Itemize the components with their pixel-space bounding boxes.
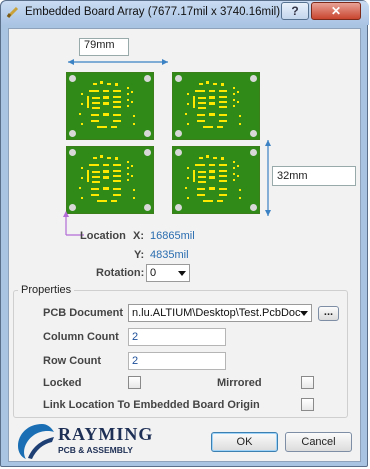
y-label: Y: <box>134 249 145 261</box>
chevron-down-icon <box>178 271 186 276</box>
height-dimension-text: 32mm <box>277 170 308 182</box>
embedded-board[interactable] <box>172 146 260 214</box>
pcb-document-dropdown[interactable]: n.lu.ALTIUM\Desktop\Test.PcbDoc <box>128 304 312 322</box>
chevron-down-icon <box>300 311 308 316</box>
column-count-label: Column Count <box>43 331 119 343</box>
link-location-checkbox[interactable] <box>301 398 314 411</box>
pcb-app-icon <box>6 6 19 19</box>
rotation-label: Rotation: <box>96 267 145 279</box>
mirrored-label: Mirrored <box>217 377 262 389</box>
browse-button[interactable]: ... <box>318 306 339 321</box>
width-dimension-arrow <box>68 59 168 65</box>
height-dimension-label: 32mm <box>272 166 356 186</box>
embedded-board[interactable] <box>66 72 154 140</box>
x-value: 16865mil <box>150 230 195 242</box>
silkscreen-pattern <box>185 155 241 202</box>
logo-subtitle: PCB & ASSEMBLY <box>58 445 133 455</box>
help-button[interactable]: ? <box>281 2 309 20</box>
properties-group-title: Properties <box>18 284 75 296</box>
pcb-document-value: n.lu.ALTIUM\Desktop\Test.PcbDoc <box>132 307 301 319</box>
locked-checkbox[interactable] <box>128 376 141 389</box>
rotation-value: 0 <box>150 267 157 279</box>
logo-name: RAYMING <box>58 424 154 444</box>
window-title: Embedded Board Array (7677.17mil x 3740.… <box>25 6 305 18</box>
locked-label: Locked <box>43 377 82 389</box>
title-bar[interactable]: Embedded Board Array (7677.17mil x 3740.… <box>1 1 369 25</box>
row-count-label: Row Count <box>43 355 102 367</box>
width-dimension-text: 79mm <box>84 39 115 51</box>
silkscreen-pattern <box>185 81 241 128</box>
cancel-button[interactable]: Cancel <box>285 432 352 452</box>
link-location-label: Link Location To Embedded Board Origin <box>43 399 260 411</box>
silkscreen-pattern <box>79 81 135 128</box>
column-count-input[interactable]: 2 <box>128 328 226 346</box>
x-label: X: <box>133 230 144 242</box>
y-value: 4835mil <box>150 249 189 261</box>
embedded-board[interactable] <box>172 72 260 140</box>
row-count-input[interactable]: 2 <box>128 352 226 370</box>
rotation-dropdown[interactable]: 0 <box>146 264 190 282</box>
ok-button[interactable]: OK <box>211 432 278 452</box>
close-button[interactable]: ✕ <box>311 2 361 20</box>
width-dimension-label: 79mm <box>79 38 129 56</box>
rayming-swoosh-icon <box>18 424 54 459</box>
location-label: Location <box>80 230 126 242</box>
embedded-board[interactable] <box>66 146 154 214</box>
mirrored-checkbox[interactable] <box>301 376 314 389</box>
pcb-document-label: PCB Document <box>43 307 124 319</box>
silkscreen-pattern <box>79 155 135 202</box>
